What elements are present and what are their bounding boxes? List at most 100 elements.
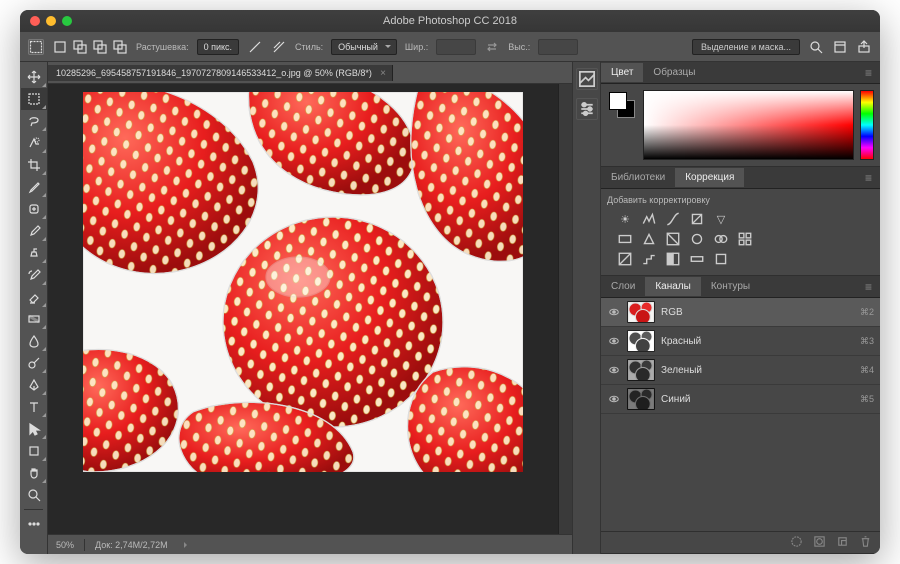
minimize-window-button[interactable] xyxy=(46,16,56,26)
channel-row[interactable]: Синий⌘5 xyxy=(601,385,880,414)
curves-icon[interactable] xyxy=(665,211,681,227)
tab-swatches[interactable]: Образцы xyxy=(643,63,705,82)
swap-wh-icon[interactable] xyxy=(484,39,500,55)
posterize-icon[interactable] xyxy=(641,251,657,267)
zoom-value[interactable]: 50% xyxy=(56,540,74,550)
levels-icon[interactable] xyxy=(641,211,657,227)
feather-input[interactable]: 0 пикс. xyxy=(197,39,239,55)
maximize-window-button[interactable] xyxy=(62,16,72,26)
hue-strip[interactable] xyxy=(860,90,874,160)
antialias2-icon[interactable] xyxy=(271,39,287,55)
channel-list: RGB⌘2 Красный⌘3 Зеленый⌘4 Синий⌘5 xyxy=(601,298,880,531)
zoom-tool[interactable] xyxy=(21,484,47,506)
color-lookup-icon[interactable] xyxy=(737,231,753,247)
style-select[interactable]: Обычный xyxy=(331,39,397,55)
panel-menu-icon[interactable]: ≡ xyxy=(857,171,880,185)
tab-color[interactable]: Цвет xyxy=(601,63,643,82)
height-input[interactable] xyxy=(538,39,578,55)
photo-filter-icon[interactable] xyxy=(689,231,705,247)
dodge-tool[interactable] xyxy=(21,352,47,374)
delete-channel-icon[interactable] xyxy=(859,535,872,551)
brush-tool[interactable] xyxy=(21,220,47,242)
color-balance-icon[interactable] xyxy=(641,231,657,247)
doc-info[interactable]: Док: 2,74M/2,72M xyxy=(95,540,168,550)
visibility-toggle-icon[interactable] xyxy=(607,392,621,406)
gradient-tool[interactable] xyxy=(21,308,47,330)
selective-color-icon[interactable] xyxy=(713,251,729,267)
brightness-contrast-icon[interactable]: ☀ xyxy=(617,211,633,227)
options-bar: Растушевка: 0 пикс. Стиль: Обычный Шир.:… xyxy=(20,32,880,62)
foreground-swatch[interactable] xyxy=(609,92,627,110)
vertical-scrollbar[interactable] xyxy=(558,84,572,534)
tab-channels[interactable]: Каналы xyxy=(645,277,701,296)
shape-tool[interactable] xyxy=(21,440,47,462)
path-select-tool[interactable] xyxy=(21,418,47,440)
close-window-button[interactable] xyxy=(30,16,40,26)
properties-panel-icon[interactable] xyxy=(576,98,598,120)
close-tab-icon[interactable]: × xyxy=(380,68,386,79)
history-brush-tool[interactable] xyxy=(21,264,47,286)
blur-tool[interactable] xyxy=(21,330,47,352)
healing-brush-tool[interactable] xyxy=(21,198,47,220)
channel-row[interactable]: RGB⌘2 xyxy=(601,298,880,327)
panel-column: Цвет Образцы ≡ xyxy=(600,62,880,554)
invert-icon[interactable] xyxy=(617,251,633,267)
share-icon[interactable] xyxy=(856,39,872,55)
eyedropper-tool[interactable] xyxy=(21,176,47,198)
bw-icon[interactable] xyxy=(665,231,681,247)
type-tool[interactable] xyxy=(21,396,47,418)
crop-tool[interactable] xyxy=(21,154,47,176)
vibrance-icon[interactable]: ▽ xyxy=(713,211,729,227)
selection-intersect-icon[interactable] xyxy=(112,39,128,55)
selection-mode-group xyxy=(52,39,128,55)
workspace-icon[interactable] xyxy=(832,39,848,55)
search-icon[interactable] xyxy=(808,39,824,55)
panel-menu-icon[interactable]: ≡ xyxy=(857,280,880,294)
select-and-mask-button[interactable]: Выделение и маска... xyxy=(692,39,800,55)
marquee-tool[interactable] xyxy=(21,88,47,110)
tab-adjustments[interactable]: Коррекция xyxy=(675,168,744,187)
channel-row[interactable]: Красный⌘3 xyxy=(601,327,880,356)
threshold-icon[interactable] xyxy=(665,251,681,267)
lasso-tool[interactable] xyxy=(21,110,47,132)
tab-paths[interactable]: Контуры xyxy=(701,277,760,296)
selection-subtract-icon[interactable] xyxy=(92,39,108,55)
channel-mixer-icon[interactable] xyxy=(713,231,729,247)
move-tool[interactable] xyxy=(21,66,47,88)
hand-tool[interactable] xyxy=(21,462,47,484)
pen-tool[interactable] xyxy=(21,374,47,396)
antialias-icon[interactable] xyxy=(247,39,263,55)
gradient-map-icon[interactable] xyxy=(689,251,705,267)
visibility-toggle-icon[interactable] xyxy=(607,334,621,348)
document-tab[interactable]: 10285296_695458757191846_197072780914653… xyxy=(48,65,393,81)
history-panel-icon[interactable] xyxy=(576,68,598,90)
eraser-tool[interactable] xyxy=(21,286,47,308)
status-menu-caret-icon[interactable] xyxy=(184,542,190,548)
channel-row[interactable]: Зеленый⌘4 xyxy=(601,356,880,385)
panel-menu-icon[interactable]: ≡ xyxy=(857,66,880,80)
selection-add-icon[interactable] xyxy=(72,39,88,55)
channel-thumbnail xyxy=(627,330,655,352)
load-selection-icon[interactable] xyxy=(790,535,803,551)
color-ramp[interactable] xyxy=(643,90,854,160)
hue-sat-icon[interactable] xyxy=(617,231,633,247)
exposure-icon[interactable] xyxy=(689,211,705,227)
visibility-toggle-icon[interactable] xyxy=(607,305,621,319)
edit-toolbar-icon[interactable] xyxy=(21,513,47,535)
tab-layers[interactable]: Слои xyxy=(601,277,645,296)
marquee-tool-preset-icon[interactable] xyxy=(28,39,44,55)
save-selection-icon[interactable] xyxy=(813,535,826,551)
document-tab-bar: 10285296_695458757191846_197072780914653… xyxy=(48,62,572,84)
clone-stamp-tool[interactable] xyxy=(21,242,47,264)
tab-libraries[interactable]: Библиотеки xyxy=(601,168,675,187)
new-channel-icon[interactable] xyxy=(836,535,849,551)
quick-select-tool[interactable] xyxy=(21,132,47,154)
width-input[interactable] xyxy=(436,39,476,55)
fg-bg-swatch[interactable] xyxy=(607,90,637,120)
canvas-viewport[interactable] xyxy=(48,84,558,534)
selection-new-icon[interactable] xyxy=(52,39,68,55)
channel-name: RGB xyxy=(661,307,683,318)
tool-panel xyxy=(20,62,48,554)
document-tab-title: 10285296_695458757191846_197072780914653… xyxy=(56,68,372,78)
visibility-toggle-icon[interactable] xyxy=(607,363,621,377)
